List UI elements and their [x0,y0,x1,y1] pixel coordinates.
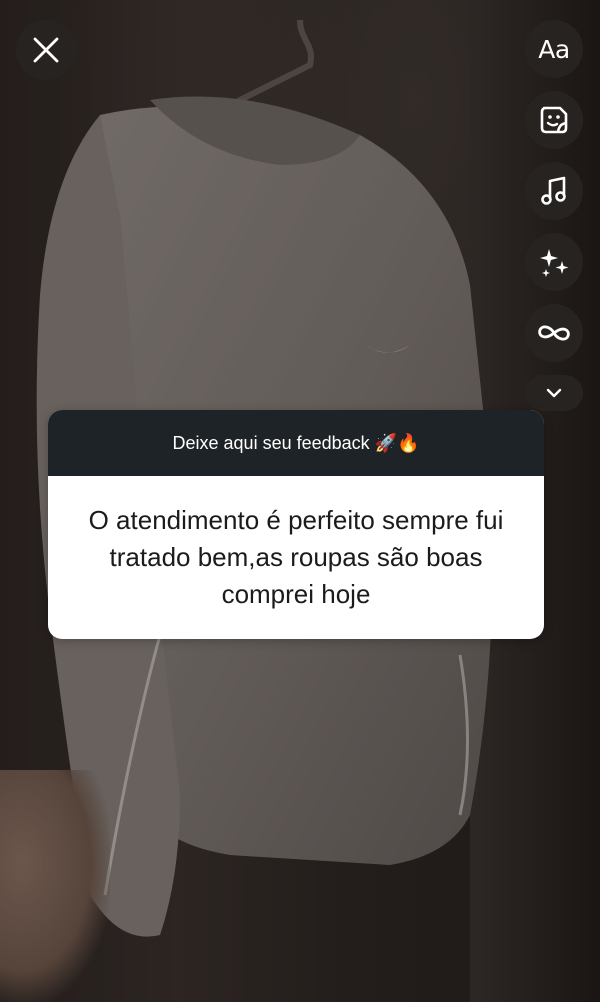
answer-text: O atendimento é perfeito sempre fui trat… [88,505,504,609]
close-icon [33,37,59,63]
music-tool-button[interactable] [525,162,583,220]
sticker-icon [540,106,568,134]
question-prompt: Deixe aqui seu feedback 🚀🔥 [48,410,544,476]
infinity-icon [538,325,570,341]
close-button[interactable] [16,20,76,80]
story-editor: Aa Deixe aqui seu feedback 🚀🔥 O atendime… [0,0,600,1002]
more-tools-button[interactable] [525,375,583,411]
question-sticker[interactable]: Deixe aqui seu feedback 🚀🔥 O atendimento… [48,410,544,639]
text-icon: Aa [538,34,570,64]
chevron-down-icon [546,388,562,398]
effects-tool-button[interactable] [525,233,583,291]
sticker-tool-button[interactable] [525,91,583,149]
story-tools: Aa [524,20,584,411]
question-answer: O atendimento é perfeito sempre fui trat… [48,476,544,639]
boomerang-tool-button[interactable] [525,304,583,362]
text-tool-button[interactable]: Aa [525,20,583,78]
sparkles-icon [540,249,569,277]
music-note-icon [541,176,566,205]
